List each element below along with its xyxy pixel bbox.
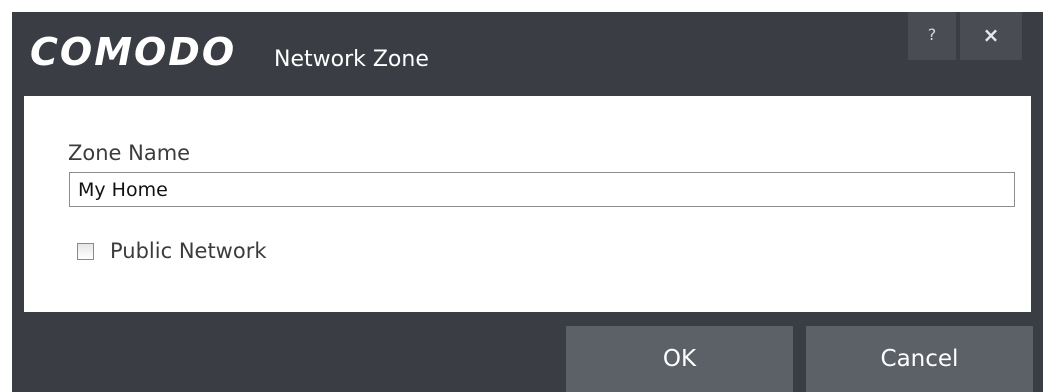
network-zone-dialog: COMODO Network Zone ? × Zone Name Public… [12, 12, 1043, 392]
close-button[interactable]: × [960, 12, 1022, 60]
help-button[interactable]: ? [908, 12, 956, 60]
ok-button[interactable]: OK [566, 326, 793, 392]
dialog-title: Network Zone [274, 47, 429, 72]
title-bar: COMODO Network Zone ? × [12, 12, 1043, 96]
comodo-logo: COMODO [30, 30, 237, 74]
question-mark-icon: ? [927, 25, 937, 44]
zone-name-input[interactable] [69, 172, 1015, 207]
public-network-label: Public Network [110, 239, 267, 263]
public-network-checkbox[interactable] [77, 242, 94, 260]
close-icon: × [982, 23, 1000, 47]
zone-name-label: Zone Name [68, 141, 191, 165]
form-panel: Zone Name Public Network [24, 96, 1031, 312]
cancel-button[interactable]: Cancel [806, 326, 1033, 392]
public-network-option[interactable]: Public Network [77, 236, 267, 266]
